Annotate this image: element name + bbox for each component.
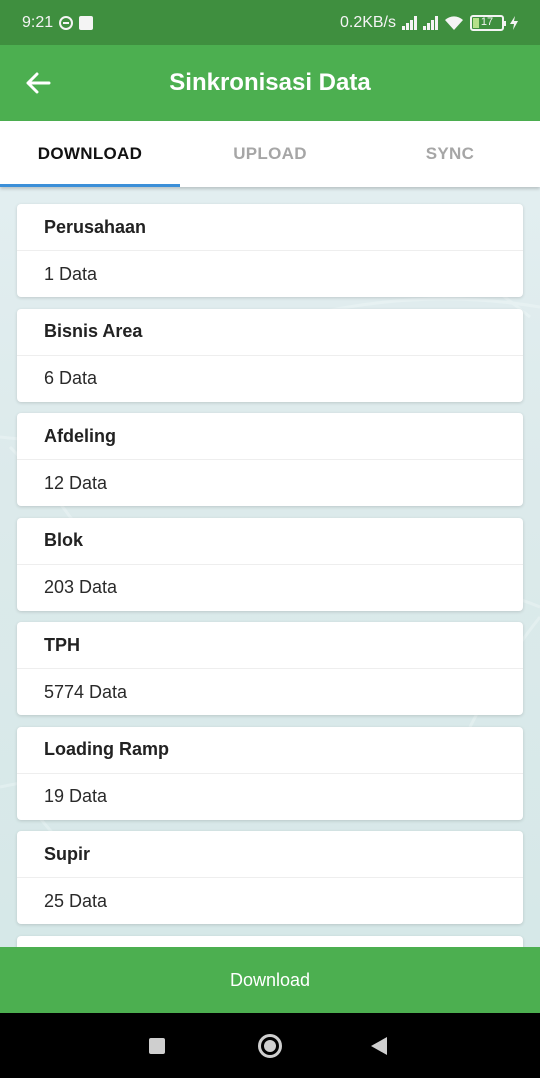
data-card-blok: Blok 203 Data	[17, 517, 523, 611]
card-value: 6 Data	[44, 368, 98, 388]
card-value: 25 Data	[44, 890, 108, 911]
system-nav-bar	[0, 1013, 540, 1078]
card-value: 5774 Data	[44, 681, 128, 702]
data-card-list: Perusahaan 1 Data Bisnis Area 6 Data Afd…	[17, 204, 523, 947]
arrow-left-icon	[26, 72, 51, 94]
charging-icon	[510, 15, 518, 30]
tab-sync[interactable]: SYNC	[360, 121, 540, 187]
app-notification-icon	[79, 15, 94, 30]
card-title: Blok	[17, 518, 523, 565]
tab-download[interactable]: DOWNLOAD	[0, 121, 180, 187]
data-card-bisnis-area: Bisnis Area 6 Data	[17, 308, 523, 402]
card-title: Perusahaan	[17, 204, 523, 251]
card-title: Loading Ramp	[17, 727, 523, 774]
card-value: 203 Data	[44, 577, 118, 597]
status-left: 9:21	[22, 13, 94, 32]
page-title: Sinkronisasi Data	[169, 69, 371, 96]
content-area[interactable]: Perusahaan 1 Data Bisnis Area 6 Data Afd…	[0, 187, 540, 947]
card-title: Supir	[17, 831, 523, 878]
home-icon[interactable]	[258, 1034, 282, 1058]
battery-icon: 17	[470, 14, 506, 31]
card-value: 1 Data	[44, 263, 98, 284]
tab-upload[interactable]: UPLOAD	[180, 121, 360, 187]
card-title: TPH	[17, 622, 523, 669]
card-value: 12 Data	[44, 472, 108, 493]
data-card-loading-ramp: Loading Ramp 19 Data	[17, 726, 523, 820]
do-not-disturb-icon	[59, 15, 74, 30]
back-triangle-icon[interactable]	[371, 1037, 387, 1055]
wifi-icon	[444, 15, 464, 31]
network-speed: 0.2KB/s	[339, 13, 396, 31]
status-time: 9:21	[22, 13, 54, 31]
status-right: 0.2KB/s 17	[340, 14, 518, 32]
card-title: Bisnis Area	[17, 309, 523, 356]
data-card-partial	[17, 935, 523, 947]
download-button[interactable]: Download	[0, 947, 540, 1013]
data-card-supir: Supir 25 Data	[17, 831, 523, 924]
back-button[interactable]	[22, 67, 54, 99]
card-value: 19 Data	[44, 786, 108, 806]
signal-1-icon	[402, 15, 417, 30]
tab-bar: DOWNLOAD UPLOAD SYNC	[0, 121, 540, 187]
signal-2-icon	[423, 15, 438, 30]
recent-apps-icon[interactable]	[149, 1038, 165, 1054]
data-card-perusahaan: Perusahaan 1 Data	[17, 204, 523, 297]
app-bar: Sinkronisasi Data	[0, 45, 540, 121]
status-bar: 9:21 0.2KB/s 17	[0, 0, 540, 45]
data-card-afdeling: Afdeling 12 Data	[17, 413, 523, 506]
battery-level: 17	[480, 16, 494, 28]
data-card-tph: TPH 5774 Data	[17, 622, 523, 715]
card-title: Afdeling	[17, 413, 523, 460]
